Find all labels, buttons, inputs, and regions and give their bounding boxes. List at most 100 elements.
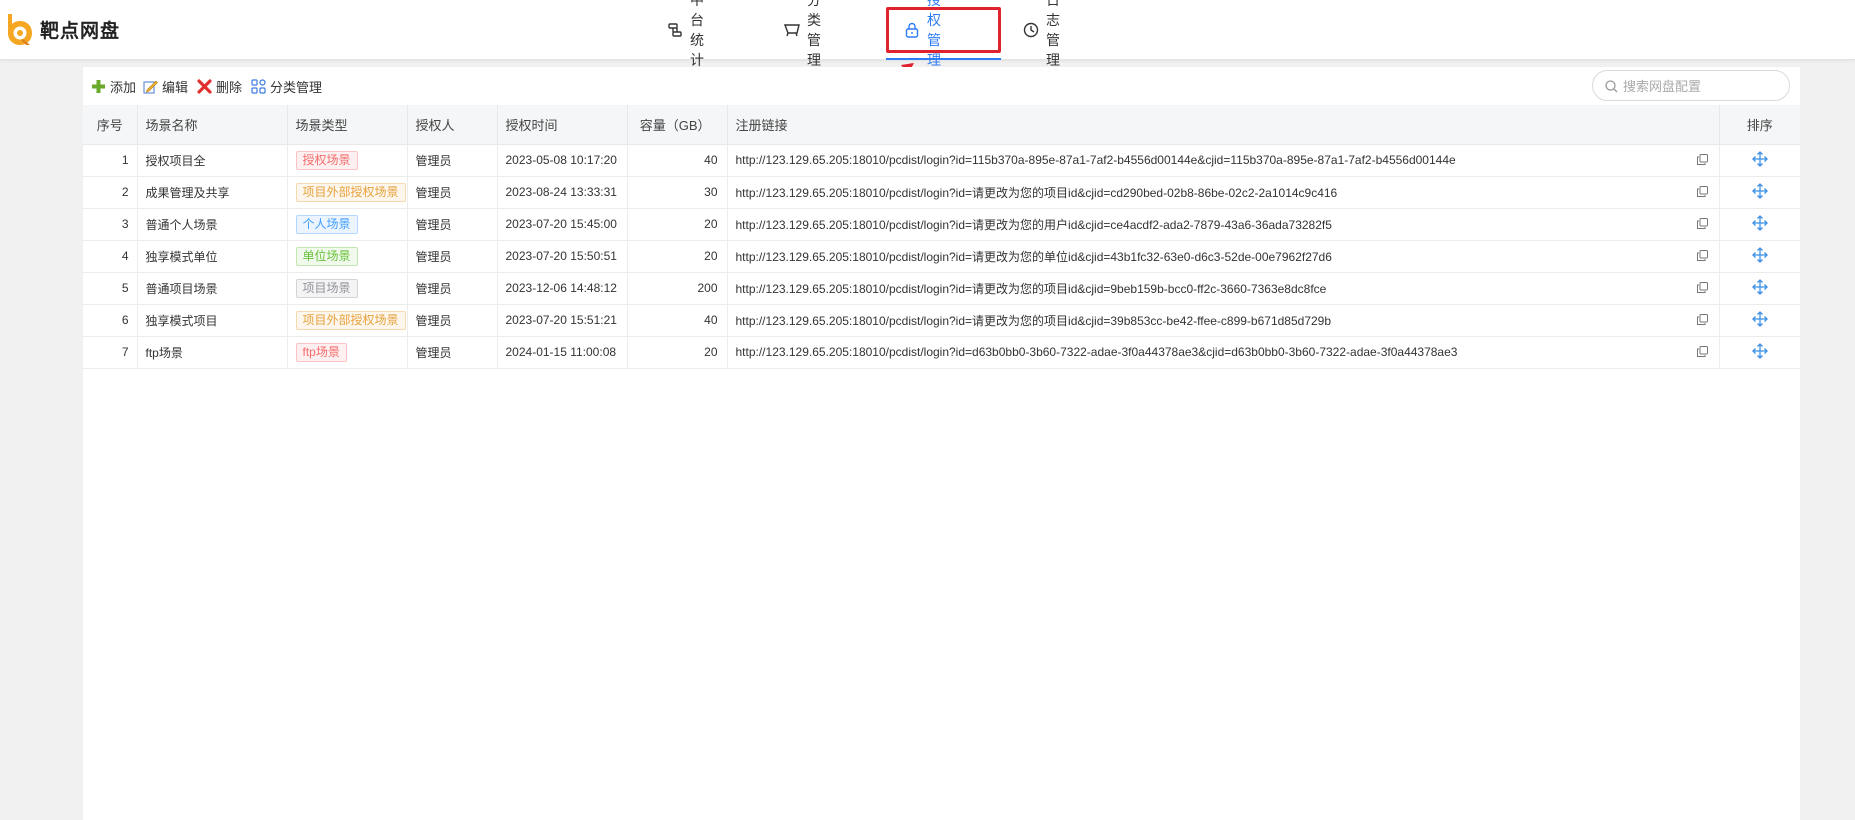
col-header-no[interactable]: 序号 xyxy=(83,105,138,145)
col-header-name[interactable]: 场景名称 xyxy=(137,105,288,145)
search-input[interactable] xyxy=(1623,77,1783,95)
table-row[interactable]: 2 成果管理及共享 项目外部授权场景 管理员 2023-08-24 13:33:… xyxy=(83,176,1800,209)
cell-capacity: 40 xyxy=(627,144,728,177)
cell-link: http://123.129.65.205:18010/pcdist/login… xyxy=(727,144,1720,177)
cell-owner: 管理员 xyxy=(407,144,498,177)
cell-capacity: 200 xyxy=(627,272,728,305)
main-panel: 添加 编辑 删除 分类管理 搜索网盘配置 序号 场景名称 场景类型 授权人 授权… xyxy=(83,67,1800,820)
cell-link: http://123.129.65.205:18010/pcdist/login… xyxy=(727,272,1720,305)
move-handle-icon[interactable] xyxy=(1751,278,1768,298)
copy-icon[interactable] xyxy=(1696,249,1708,264)
cell-capacity: 30 xyxy=(627,176,728,209)
category-manage-label: 分类管理 xyxy=(270,80,323,95)
move-handle-icon[interactable] xyxy=(1751,214,1768,234)
top-header: 靶点网盘 中台统计 分类管理 授权管理 日志管理 xyxy=(0,0,1855,68)
cell-link: http://123.129.65.205:18010/pcdist/login… xyxy=(727,304,1720,337)
cell-sort xyxy=(1719,272,1800,305)
cell-time: 2023-08-24 13:33:31 xyxy=(497,176,628,209)
cell-name: 授权项目全 xyxy=(137,144,288,177)
register-link-text: http://123.129.65.205:18010/pcdist/login… xyxy=(735,217,1332,232)
clock-icon xyxy=(1023,22,1039,38)
table-row[interactable]: 3 普通个人场景 个人场景 管理员 2023-07-20 15:45:00 20… xyxy=(83,208,1800,241)
cell-owner: 管理员 xyxy=(407,304,498,337)
cell-type: 授权场景 xyxy=(287,144,408,177)
cell-name: 独享模式项目 xyxy=(137,304,288,337)
cell-no: 2 xyxy=(83,176,138,209)
move-handle-icon[interactable] xyxy=(1751,246,1768,266)
scene-type-tag: 单位场景 xyxy=(295,246,358,266)
copy-icon[interactable] xyxy=(1696,281,1708,296)
col-header-sort[interactable]: 排序 xyxy=(1719,105,1800,145)
app-logo[interactable]: 靶点网盘 xyxy=(2,12,120,46)
cell-time: 2023-07-20 15:51:21 xyxy=(497,304,628,337)
connection-icon xyxy=(667,22,683,38)
cell-capacity: 20 xyxy=(627,240,728,273)
scene-type-tag: 授权场景 xyxy=(295,150,358,170)
copy-icon[interactable] xyxy=(1696,185,1708,200)
cell-type: 项目外部授权场景 xyxy=(287,304,408,337)
table-row[interactable]: 1 授权项目全 授权场景 管理员 2023-05-08 10:17:20 40 … xyxy=(83,144,1800,177)
col-header-owner[interactable]: 授权人 xyxy=(407,105,498,145)
register-link-text: http://123.129.65.205:18010/pcdist/login… xyxy=(735,345,1458,359)
annotation-highlight-box xyxy=(886,7,1001,53)
cell-link: http://123.129.65.205:18010/pcdist/login… xyxy=(727,336,1720,369)
cell-link: http://123.129.65.205:18010/pcdist/login… xyxy=(727,240,1720,273)
cell-name: ftp场景 xyxy=(137,336,288,369)
register-link-text: http://123.129.65.205:18010/pcdist/login… xyxy=(735,153,1456,167)
cell-no: 4 xyxy=(83,240,138,273)
copy-icon[interactable] xyxy=(1696,345,1708,360)
cell-time: 2023-07-20 15:45:00 xyxy=(497,208,628,241)
cell-link: http://123.129.65.205:18010/pcdist/login… xyxy=(727,208,1720,241)
copy-icon[interactable] xyxy=(1696,153,1708,168)
copy-icon[interactable] xyxy=(1696,217,1708,232)
table-row[interactable]: 5 普通项目场景 项目场景 管理员 2023-12-06 14:48:12 20… xyxy=(83,272,1800,305)
nav-item-logs[interactable]: 日志管理 xyxy=(1023,0,1060,68)
copy-icon[interactable] xyxy=(1696,313,1708,328)
register-link-text: http://123.129.65.205:18010/pcdist/login… xyxy=(735,185,1338,200)
scene-type-tag: 项目场景 xyxy=(295,278,358,298)
register-link-text: http://123.129.65.205:18010/pcdist/login… xyxy=(735,313,1332,328)
nav-item-category[interactable]: 分类管理 xyxy=(783,0,821,68)
category-icon xyxy=(783,22,800,38)
edit-icon xyxy=(143,79,158,94)
scene-type-tag: 个人场景 xyxy=(295,214,358,234)
col-header-link[interactable]: 注册链接 xyxy=(727,105,1720,145)
table-row[interactable]: 7 ftp场景 ftp场景 管理员 2024-01-15 11:00:08 20… xyxy=(83,336,1800,369)
search-icon xyxy=(1605,80,1618,96)
cell-type: 单位场景 xyxy=(287,240,408,273)
move-handle-icon[interactable] xyxy=(1751,182,1768,202)
auth-table: 序号 场景名称 场景类型 授权人 授权时间 容量（GB） 注册链接 排序 1 授… xyxy=(83,105,1800,369)
cell-no: 1 xyxy=(83,144,138,177)
col-header-type[interactable]: 场景类型 xyxy=(287,105,408,145)
grid-icon xyxy=(251,79,266,94)
move-handle-icon[interactable] xyxy=(1751,342,1768,362)
nav-label: 分类管理 xyxy=(807,0,821,68)
cell-capacity: 20 xyxy=(627,208,728,241)
cell-sort xyxy=(1719,208,1800,241)
add-button[interactable]: 添加 xyxy=(91,77,136,96)
edit-button[interactable]: 编辑 xyxy=(143,77,188,96)
app-title: 靶点网盘 xyxy=(40,20,121,42)
toolbar: 添加 编辑 删除 分类管理 xyxy=(83,67,1800,105)
register-link-text: http://123.129.65.205:18010/pcdist/login… xyxy=(735,281,1327,296)
edit-label: 编辑 xyxy=(162,80,189,95)
scene-type-tag: ftp场景 xyxy=(295,342,347,362)
nav-item-stats[interactable]: 中台统计 xyxy=(667,0,704,68)
col-header-capacity[interactable]: 容量（GB） xyxy=(627,105,728,145)
table-row[interactable]: 4 独享模式单位 单位场景 管理员 2023-07-20 15:50:51 20… xyxy=(83,240,1800,273)
cell-owner: 管理员 xyxy=(407,336,498,369)
table-row[interactable]: 6 独享模式项目 项目外部授权场景 管理员 2023-07-20 15:51:2… xyxy=(83,304,1800,337)
cell-type: 个人场景 xyxy=(287,208,408,241)
cell-name: 成果管理及共享 xyxy=(137,176,288,209)
cell-name: 普通个人场景 xyxy=(137,208,288,241)
cell-sort xyxy=(1719,336,1800,369)
cell-no: 6 xyxy=(83,304,138,337)
cell-type: 项目场景 xyxy=(287,272,408,305)
cell-owner: 管理员 xyxy=(407,176,498,209)
move-handle-icon[interactable] xyxy=(1751,310,1768,330)
move-handle-icon[interactable] xyxy=(1751,150,1768,170)
col-header-time[interactable]: 授权时间 xyxy=(497,105,628,145)
delete-button[interactable]: 删除 xyxy=(197,77,242,96)
cell-time: 2023-05-08 10:17:20 xyxy=(497,144,628,177)
category-manage-button[interactable]: 分类管理 xyxy=(251,77,322,96)
